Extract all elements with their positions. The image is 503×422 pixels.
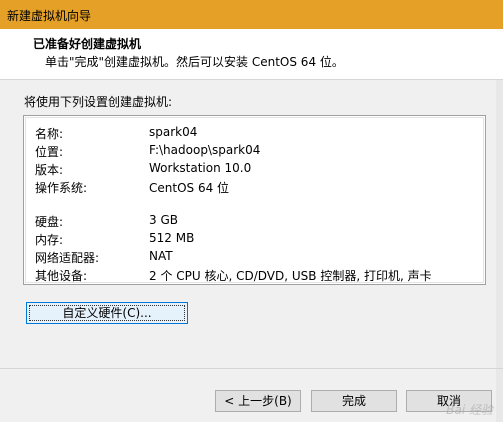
title-bar: 新建虚拟机向导 bbox=[0, 0, 503, 29]
summary-value: F:\hadoop\spark04 bbox=[149, 143, 261, 157]
summary-key: 版本: bbox=[35, 163, 64, 177]
summary-key: 位置: bbox=[35, 145, 64, 159]
header-subtitle: 单击"完成"创建虚拟机。然后可以安装 CentOS 64 位。 bbox=[45, 55, 344, 69]
summary-value: spark04 bbox=[149, 125, 198, 139]
summary-value: CentOS 64 位 bbox=[149, 181, 230, 195]
summary-key: 内存: bbox=[35, 233, 64, 247]
summary-value: NAT bbox=[149, 249, 173, 263]
settings-summary-box: 名称: spark04 位置: F:\hadoop\spark04 版本: Wo… bbox=[23, 115, 486, 285]
summary-key: 名称: bbox=[35, 127, 64, 141]
customize-hardware-button[interactable]: 自定义硬件(C)... bbox=[26, 302, 188, 324]
summary-value: 512 MB bbox=[149, 231, 195, 245]
wizard-header: 已准备好创建虚拟机 单击"完成"创建虚拟机。然后可以安装 CentOS 64 位… bbox=[0, 29, 503, 80]
header-title: 已准备好创建虚拟机 bbox=[33, 37, 142, 51]
window-title: 新建虚拟机向导 bbox=[7, 9, 92, 23]
settings-summary-inner: 名称: spark04 位置: F:\hadoop\spark04 版本: Wo… bbox=[25, 117, 484, 283]
baidu-watermark: Bai 经验 bbox=[446, 403, 493, 417]
finish-button-label: 完成 bbox=[341, 394, 366, 408]
focus-rectangle bbox=[29, 305, 185, 321]
back-button-label: < 上一步(B) bbox=[224, 394, 292, 408]
summary-key: 操作系统: bbox=[35, 181, 88, 195]
summary-value: 2 个 CPU 核心, CD/DVD, USB 控制器, 打印机, 声卡 bbox=[149, 269, 432, 283]
intro-label: 将使用下列设置创建虚拟机: bbox=[24, 95, 173, 109]
button-separator bbox=[0, 368, 503, 369]
finish-button[interactable]: 完成 bbox=[311, 390, 397, 412]
summary-value: 3 GB bbox=[149, 213, 178, 227]
summary-key: 网络适配器: bbox=[35, 251, 100, 265]
window-edge bbox=[496, 29, 503, 422]
summary-key: 其他设备: bbox=[35, 269, 88, 283]
summary-value: Workstation 10.0 bbox=[149, 161, 252, 175]
back-button[interactable]: < 上一步(B) bbox=[215, 390, 301, 412]
summary-key: 硬盘: bbox=[35, 215, 64, 229]
